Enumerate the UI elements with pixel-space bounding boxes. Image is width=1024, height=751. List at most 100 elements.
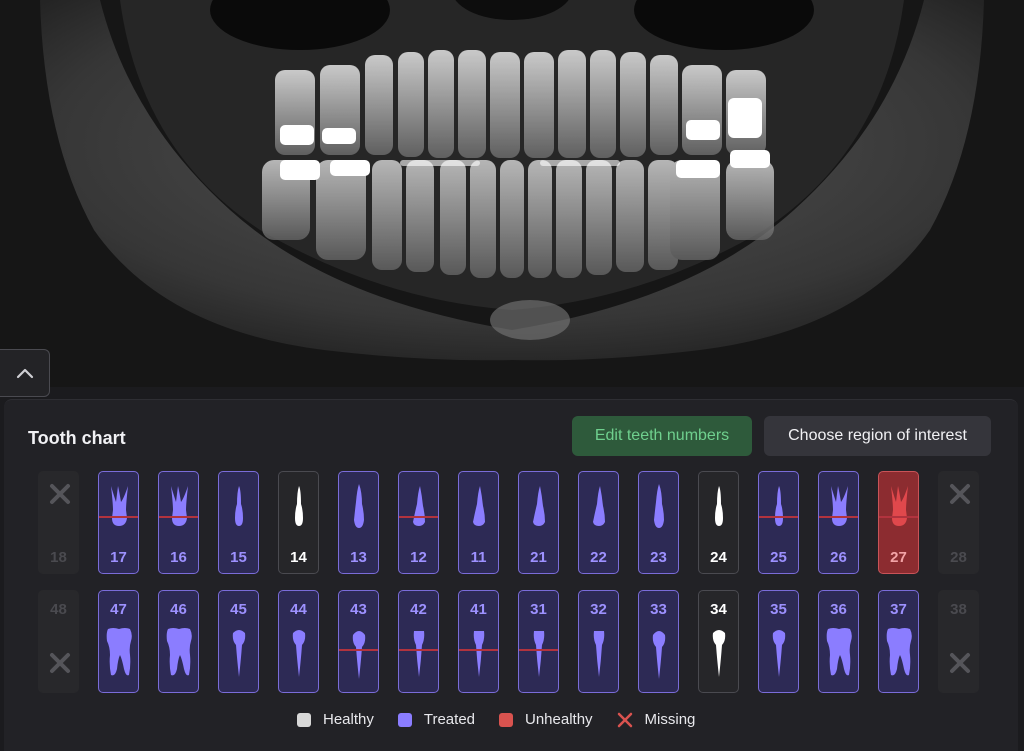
unhealthy-swatch — [499, 712, 513, 727]
tooth-number: 14 — [290, 549, 307, 566]
tooth-number: 12 — [410, 549, 427, 566]
tooth-41[interactable]: 41 — [458, 590, 499, 693]
tooth-34[interactable]: 34 — [698, 590, 739, 693]
tooth-24[interactable]: 24 — [698, 471, 739, 574]
molar-tooth-icon — [171, 486, 188, 526]
molar-tooth-icon — [891, 486, 908, 526]
premolar-tooth-icon — [715, 486, 723, 526]
missing-x-icon — [617, 712, 632, 727]
tooth-15[interactable]: 15 — [218, 471, 259, 574]
molar-tooth-icon — [106, 628, 132, 676]
premolar-tooth-icon — [775, 486, 783, 526]
premolar-tooth-icon — [292, 630, 306, 677]
tooth-number: 26 — [830, 549, 847, 566]
tooth-36[interactable]: 36 — [818, 590, 859, 693]
incisor-tooth-icon — [533, 631, 545, 677]
premolar-tooth-icon — [235, 486, 243, 526]
tooth-number: 37 — [890, 601, 907, 618]
tooth-17[interactable]: 17 — [98, 471, 139, 574]
tooth-12[interactable]: 12 — [398, 471, 439, 574]
tooth-number: 24 — [710, 549, 727, 566]
tooth-number: 27 — [890, 549, 907, 566]
missing-x-icon — [950, 484, 970, 504]
tooth-14[interactable]: 14 — [278, 471, 319, 574]
tooth-27[interactable]: 27 — [878, 471, 919, 574]
tooth-number: 36 — [830, 601, 847, 618]
tooth-number: 48 — [50, 601, 67, 618]
choose-region-of-interest-button[interactable]: Choose region of interest — [764, 416, 991, 456]
tooth-18[interactable]: 18 — [38, 471, 79, 574]
collapse-panel-button[interactable] — [0, 349, 50, 397]
tooth-22[interactable]: 22 — [578, 471, 619, 574]
tooth-number: 13 — [350, 549, 367, 566]
legend-item-treated: Treated — [397, 711, 475, 728]
tooth-44[interactable]: 44 — [278, 590, 319, 693]
restoration-line — [99, 516, 138, 518]
tooth-number: 22 — [590, 549, 607, 566]
tooth-32[interactable]: 32 — [578, 590, 619, 693]
incisor-tooth-icon — [413, 631, 425, 677]
missing-x-icon — [50, 484, 70, 504]
tooth-number: 34 — [710, 601, 727, 618]
panoramic-xray-image — [0, 0, 1024, 387]
restoration-line — [339, 649, 378, 651]
tooth-number: 21 — [530, 549, 547, 566]
status-legend: Healthy Treated Unhealthy Missing — [297, 711, 695, 728]
tooth-26[interactable]: 26 — [818, 471, 859, 574]
tooth-25[interactable]: 25 — [758, 471, 799, 574]
tooth-number: 15 — [230, 549, 247, 566]
tooth-number: 33 — [650, 601, 667, 618]
tooth-42[interactable]: 42 — [398, 590, 439, 693]
restoration-line — [879, 516, 918, 518]
tooth-43[interactable]: 43 — [338, 590, 379, 693]
legend-item-missing: Missing — [617, 711, 695, 728]
tooth-33[interactable]: 33 — [638, 590, 679, 693]
missing-x-icon — [50, 653, 70, 673]
legend-item-unhealthy: Unhealthy — [499, 711, 593, 728]
tooth-23[interactable]: 23 — [638, 471, 679, 574]
premolar-tooth-icon — [712, 630, 726, 677]
edit-teeth-numbers-button[interactable]: Edit teeth numbers — [572, 416, 752, 456]
tooth-35[interactable]: 35 — [758, 590, 799, 693]
tooth-13[interactable]: 13 — [338, 471, 379, 574]
tooth-11[interactable]: 11 — [458, 471, 499, 574]
tooth-38[interactable]: 38 — [938, 590, 979, 693]
incisor-tooth-icon — [533, 486, 545, 526]
legend-label: Unhealthy — [525, 711, 593, 728]
tooth-28[interactable]: 28 — [938, 471, 979, 574]
treated-swatch — [397, 712, 412, 727]
tooth-number: 43 — [350, 601, 367, 618]
restoration-line — [399, 516, 438, 518]
tooth-number: 32 — [590, 601, 607, 618]
tooth-46[interactable]: 46 — [158, 590, 199, 693]
chevron-up-icon — [16, 368, 33, 379]
lower-teeth-row: 48 47 46 45 44 43 42 41 31 32 33 34 35 36 37 38 — [38, 590, 979, 693]
restoration-line — [399, 649, 438, 651]
tooth-21[interactable]: 21 — [518, 471, 559, 574]
tooth-45[interactable]: 45 — [218, 590, 259, 693]
tooth-number: 31 — [530, 601, 547, 618]
upper-teeth-row: 18 17 16 15 14 13 12 11 21 22 23 24 25 26 27 28 — [38, 471, 979, 574]
tooth-number: 18 — [50, 549, 67, 566]
restoration-line — [819, 516, 858, 518]
legend-item-healthy: Healthy — [297, 711, 374, 728]
xray-jaw-illustration — [0, 0, 1024, 387]
incisor-tooth-icon — [593, 631, 605, 677]
tooth-number: 25 — [770, 549, 787, 566]
tooth-number: 44 — [290, 601, 307, 618]
tooth-47[interactable]: 47 — [98, 590, 139, 693]
restoration-line — [159, 516, 198, 518]
tooth-31[interactable]: 31 — [518, 590, 559, 693]
molar-tooth-icon — [831, 486, 848, 526]
tooth-number: 16 — [170, 549, 187, 566]
tooth-number: 45 — [230, 601, 247, 618]
tooth-48[interactable]: 48 — [38, 590, 79, 693]
tooth-number: 28 — [950, 549, 967, 566]
panel-title: Tooth chart — [28, 428, 126, 448]
incisor-tooth-icon — [413, 486, 425, 526]
tooth-16[interactable]: 16 — [158, 471, 199, 574]
tooth-37[interactable]: 37 — [878, 590, 919, 693]
canine-tooth-icon — [352, 631, 366, 679]
tooth-number: 42 — [410, 601, 427, 618]
incisor-tooth-icon — [593, 486, 605, 526]
